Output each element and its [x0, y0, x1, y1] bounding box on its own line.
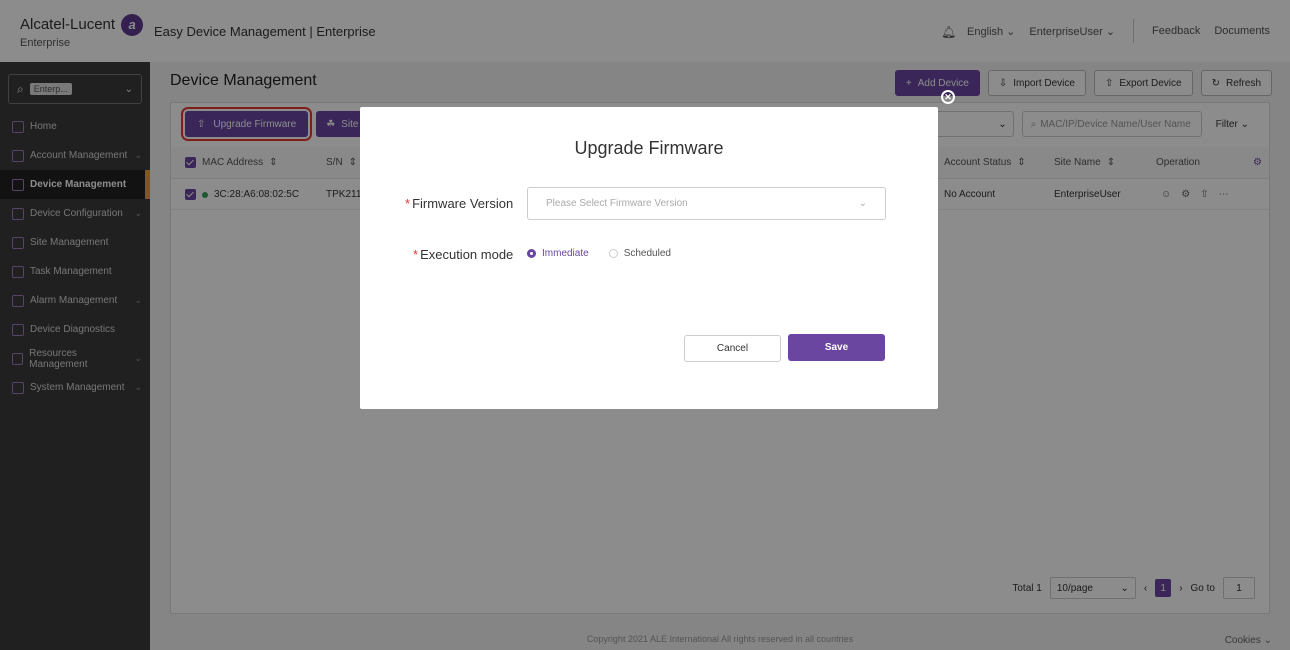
execution-mode-group: Immediate Scheduled	[527, 248, 671, 259]
radio-immediate[interactable]: Immediate	[527, 248, 589, 259]
dialog-title: Upgrade Firmware	[574, 138, 724, 158]
firmware-version-select[interactable]: Please Select Firmware Version ⌄	[527, 187, 886, 220]
execution-mode-label: * Execution mode	[413, 247, 514, 262]
radio-scheduled[interactable]: Scheduled	[608, 248, 671, 259]
cancel-button[interactable]: Cancel	[684, 335, 781, 362]
chevron-down-icon: ⌄	[858, 198, 867, 209]
save-button[interactable]: Save	[788, 334, 885, 361]
firmware-version-label: * Firmware Version	[405, 196, 514, 211]
close-icon[interactable]: ✕	[941, 90, 955, 104]
modal-backdrop-top	[0, 0, 1290, 62]
upgrade-firmware-dialog: ✕ Upgrade Firmware * Firmware Version Ple…	[360, 90, 955, 409]
